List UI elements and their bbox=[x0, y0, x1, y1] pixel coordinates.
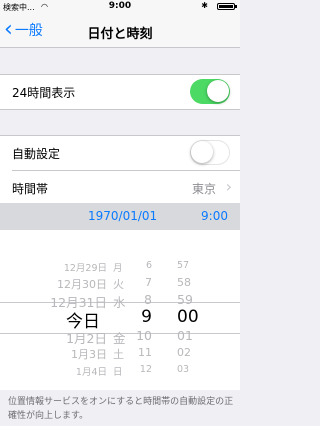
selected-date: 1970/01/01 bbox=[88, 209, 158, 223]
bluetooth-icon: ✱ bbox=[201, 1, 208, 10]
footer: 位置情報サービスをオンにすると時間帯の自動設定の正確性が向上します。 bbox=[0, 390, 240, 426]
toggle-knob bbox=[207, 80, 229, 102]
page-title: 日付と時刻 bbox=[87, 27, 153, 42]
status-bar: 検索中... ◠ 9:00 ✱ bbox=[0, 0, 240, 14]
picker-minute-item[interactable]: 02 bbox=[177, 346, 191, 359]
picker-hour-item[interactable]: 12 bbox=[140, 364, 152, 375]
hour24-group: 24時間表示 bbox=[0, 74, 240, 110]
footer-note: 位置情報サービスをオンにすると時間帯の自動設定の正確性が向上します。 bbox=[8, 397, 234, 421]
picker-weekday-item[interactable]: 水 bbox=[113, 292, 126, 311]
picker-minute-item[interactable]: 58 bbox=[177, 276, 191, 289]
picker-day-item[interactable]: 12月30日 bbox=[57, 276, 107, 292]
picker-minute-item[interactable]: 00 bbox=[177, 307, 199, 327]
picker-day-item[interactable]: 1月4日 bbox=[76, 364, 107, 378]
picker-day-item[interactable]: 12月29日 bbox=[64, 260, 107, 274]
picker-hour-item[interactable]: 9 bbox=[141, 307, 152, 327]
hour24-toggle[interactable] bbox=[190, 79, 230, 104]
picker-weekday-item[interactable]: 日 bbox=[113, 364, 123, 378]
picker-hour-item[interactable]: 7 bbox=[145, 276, 152, 289]
chevron-right-icon: › bbox=[225, 177, 232, 196]
selected-time: 9:00 bbox=[201, 209, 228, 223]
navigation-bar: ‹ 一般 日付と時刻 bbox=[0, 14, 240, 48]
battery-icon bbox=[217, 3, 237, 10]
picker-day-item[interactable]: 1月3日 bbox=[71, 346, 107, 362]
picker-minute-item[interactable]: 57 bbox=[177, 260, 189, 271]
picker-minute-item[interactable]: 01 bbox=[177, 328, 193, 343]
picker-weekday-item[interactable]: 火 bbox=[113, 276, 124, 292]
date-time-picker[interactable]: 12月29日月 6 57 12月30日火 7 58 12月31日水 8 59 今日 9 00 1月2日金… bbox=[0, 230, 240, 390]
picker-hour-item[interactable]: 8 bbox=[144, 292, 152, 307]
hour24-label: 24時間表示 bbox=[12, 86, 76, 100]
auto-set-row: 自動設定 bbox=[0, 136, 240, 170]
auto-timezone-group: 自動設定 時間帯 東京 › bbox=[0, 135, 240, 206]
datetime-display[interactable]: 1970/01/01 9:00 bbox=[0, 203, 240, 230]
timezone-label: 時間帯 bbox=[12, 182, 49, 196]
picker-weekday-item[interactable]: 月 bbox=[113, 260, 123, 274]
picker-hour-item[interactable]: 10 bbox=[136, 328, 152, 343]
toggle-knob bbox=[191, 141, 213, 163]
picker-hour-item[interactable]: 6 bbox=[146, 260, 152, 271]
hour24-row: 24時間表示 bbox=[0, 75, 240, 109]
picker-hour-item[interactable]: 11 bbox=[138, 346, 152, 359]
auto-set-toggle[interactable] bbox=[190, 140, 230, 165]
picker-day-item[interactable]: 1月2日 bbox=[66, 328, 107, 347]
picker-minute-item[interactable]: 59 bbox=[177, 292, 193, 307]
picker-weekday-item[interactable]: 土 bbox=[113, 346, 124, 362]
picker-weekday-item[interactable]: 金 bbox=[113, 328, 126, 347]
picker-minute-item[interactable]: 03 bbox=[177, 364, 189, 375]
auto-set-label: 自動設定 bbox=[12, 147, 61, 161]
timezone-row[interactable]: 時間帯 東京 › bbox=[12, 170, 240, 205]
timezone-value: 東京 bbox=[191, 182, 216, 196]
